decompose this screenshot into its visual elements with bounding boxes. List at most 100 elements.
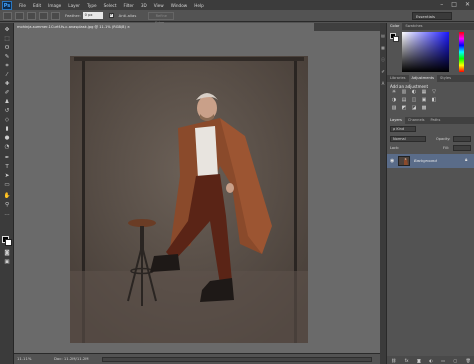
brightness-adjustment-icon[interactable]: ☀ [391, 90, 397, 95]
tab-libraries[interactable]: Libraries [387, 75, 409, 82]
menu-view[interactable]: View [154, 3, 164, 8]
adjustment-layer-icon[interactable]: ◐ [429, 358, 433, 363]
zoom-level[interactable]: 11.11% [17, 354, 31, 364]
zoom-tool-icon[interactable]: ⚲ [3, 202, 11, 208]
photo-filter-adjustment-icon[interactable]: ▣ [421, 98, 427, 103]
lock-label: Lock: [390, 146, 400, 150]
hand-tool-icon[interactable]: ✋ [3, 193, 11, 199]
quick-mask-icon[interactable]: ◙ [3, 250, 11, 256]
layer-row-background[interactable]: ◉ Background 🔒︎ [387, 154, 474, 168]
layer-mask-icon[interactable]: ◙ [417, 358, 421, 363]
exposure-adjustment-icon[interactable]: ▦ [421, 90, 427, 95]
channel-mixer-adjustment-icon[interactable]: ◧ [431, 98, 437, 103]
menu-type[interactable]: Type [87, 3, 97, 8]
tab-paths[interactable]: Paths [428, 117, 444, 124]
levels-adjustment-icon[interactable]: ▥ [401, 90, 407, 95]
dodge-tool-icon[interactable]: ◔ [3, 144, 11, 150]
marquee-tool-icon[interactable]: ⬚ [3, 36, 11, 42]
tab-swatches[interactable]: Swatches [402, 23, 425, 30]
brush-tool-icon[interactable]: ✐ [3, 90, 11, 96]
add-selection-button[interactable] [27, 11, 36, 20]
intersect-selection-button[interactable] [51, 11, 60, 20]
workspace-select[interactable]: Essentials [412, 12, 452, 20]
fill-input[interactable] [453, 145, 471, 151]
layer-style-icon[interactable]: fx [405, 358, 409, 363]
history-brush-tool-icon[interactable]: ↺ [3, 108, 11, 114]
close-icon[interactable]: ✕ [465, 1, 470, 8]
layer-thumbnail-image [399, 157, 409, 165]
eye-icon[interactable]: ◉ [390, 158, 394, 164]
menu-bar: Ps File Edit Image Layer Type Select Fil… [0, 0, 474, 10]
subtract-selection-button[interactable] [39, 11, 48, 20]
tab-adjustments[interactable]: Adjustments [408, 75, 438, 82]
menu-filter[interactable]: Filter [123, 3, 133, 8]
type-tool-icon[interactable]: T [3, 164, 11, 170]
lasso-preset-button[interactable] [3, 11, 12, 20]
layer-name[interactable]: Background [414, 158, 437, 163]
menu-window[interactable]: Window [171, 3, 188, 8]
maximize-icon[interactable]: □ [451, 1, 457, 8]
menu-select[interactable]: Select [104, 3, 117, 8]
minimize-icon[interactable]: – [440, 1, 443, 8]
screen-mode-icon[interactable]: ▣ [3, 259, 11, 265]
blend-mode-select[interactable]: Normal [390, 136, 426, 142]
black-white-adjustment-icon[interactable]: ◫ [411, 98, 417, 103]
opacity-input[interactable] [453, 136, 471, 142]
path-select-tool-icon[interactable]: ➤ [3, 173, 11, 179]
color-balance-adjustment-icon[interactable]: ▤ [401, 98, 407, 103]
hue-slider[interactable] [459, 32, 464, 72]
eyedropper-tool-icon[interactable]: ⁄ [3, 72, 11, 78]
new-selection-button[interactable] [15, 11, 24, 20]
quick-select-tool-icon[interactable]: ✎ [3, 54, 11, 60]
invert-adjustment-icon[interactable]: ▨ [391, 106, 397, 111]
curves-adjustment-icon[interactable]: ◐ [411, 90, 417, 95]
crop-tool-icon[interactable]: ⌗ [3, 63, 11, 69]
menu-layer[interactable]: Layer [68, 3, 80, 8]
blur-tool-icon[interactable]: ● [3, 135, 11, 141]
photoshop-logo: Ps [2, 0, 12, 10]
status-bar: 11.11% Doc: 11.2M/11.2M [14, 353, 380, 364]
posterize-adjustment-icon[interactable]: ◩ [401, 106, 407, 111]
feather-input[interactable]: 0 px [82, 12, 103, 19]
tab-styles[interactable]: Styles [437, 75, 454, 82]
color-panel-background[interactable] [393, 36, 399, 42]
document-photo[interactable] [70, 56, 308, 343]
group-icon[interactable]: ▭ [441, 358, 445, 363]
background-color-swatch[interactable] [5, 239, 12, 246]
refine-edge-button[interactable]: Refine Edge... [148, 11, 175, 25]
hue-saturation-adjustment-icon[interactable]: ◑ [391, 98, 397, 103]
stamp-tool-icon[interactable]: ♟ [3, 99, 11, 105]
link-layers-icon[interactable]: ⛓ [391, 358, 396, 363]
menu-file[interactable]: File [19, 3, 26, 8]
tools-panel: ✥ ⬚ ʘ ✎ ⌗ ⁄ ✚ ✐ ♟ ↺ ◇ ▮ ● ◔ ✒ T ➤ ▭ ✋ ⚲ … [0, 23, 14, 364]
gradient-map-adjustment-icon[interactable]: ▩ [421, 106, 427, 111]
layer-kind-filter[interactable]: ρ Kind [390, 126, 416, 132]
tab-layers[interactable]: Layers [387, 117, 405, 124]
lasso-tool-icon[interactable]: ʘ [3, 45, 11, 51]
gradient-tool-icon[interactable]: ▮ [3, 126, 11, 132]
adjustments-panel-tabs: Libraries Adjustments Styles [387, 75, 474, 82]
menu-3d[interactable]: 3D [141, 3, 147, 8]
threshold-adjustment-icon[interactable]: ◪ [411, 106, 417, 111]
shape-tool-icon[interactable]: ▭ [3, 182, 11, 188]
eraser-tool-icon[interactable]: ◇ [3, 117, 11, 123]
antialias-checkbox[interactable] [108, 12, 114, 18]
vibrance-adjustment-icon[interactable]: ▽ [431, 90, 437, 95]
tab-channels[interactable]: Channels [405, 117, 428, 124]
healing-tool-icon[interactable]: ✚ [3, 81, 11, 87]
menu-help[interactable]: Help [194, 3, 204, 8]
menu-edit[interactable]: Edit [33, 3, 41, 8]
trash-icon[interactable]: 🗑 [466, 358, 471, 363]
new-layer-icon[interactable]: ▢ [453, 358, 457, 363]
pen-tool-icon[interactable]: ✒ [3, 155, 11, 161]
tab-color[interactable]: Color [387, 23, 403, 30]
menu-image[interactable]: Image [48, 3, 61, 8]
document-tab[interactable]: mohinja-summer-1Curtf-fs-c-anasplask.jpg… [14, 23, 314, 31]
more-tools-icon[interactable]: … [3, 211, 11, 217]
color-panel-tabs: Color Swatches [387, 23, 474, 30]
horizontal-scrollbar[interactable] [102, 357, 372, 362]
color-picker-field[interactable] [402, 32, 449, 72]
document-size-info[interactable]: Doc: 11.2M/11.2M [54, 354, 89, 364]
feather-label: Feather: [65, 13, 81, 18]
move-tool-icon[interactable]: ✥ [3, 27, 11, 33]
